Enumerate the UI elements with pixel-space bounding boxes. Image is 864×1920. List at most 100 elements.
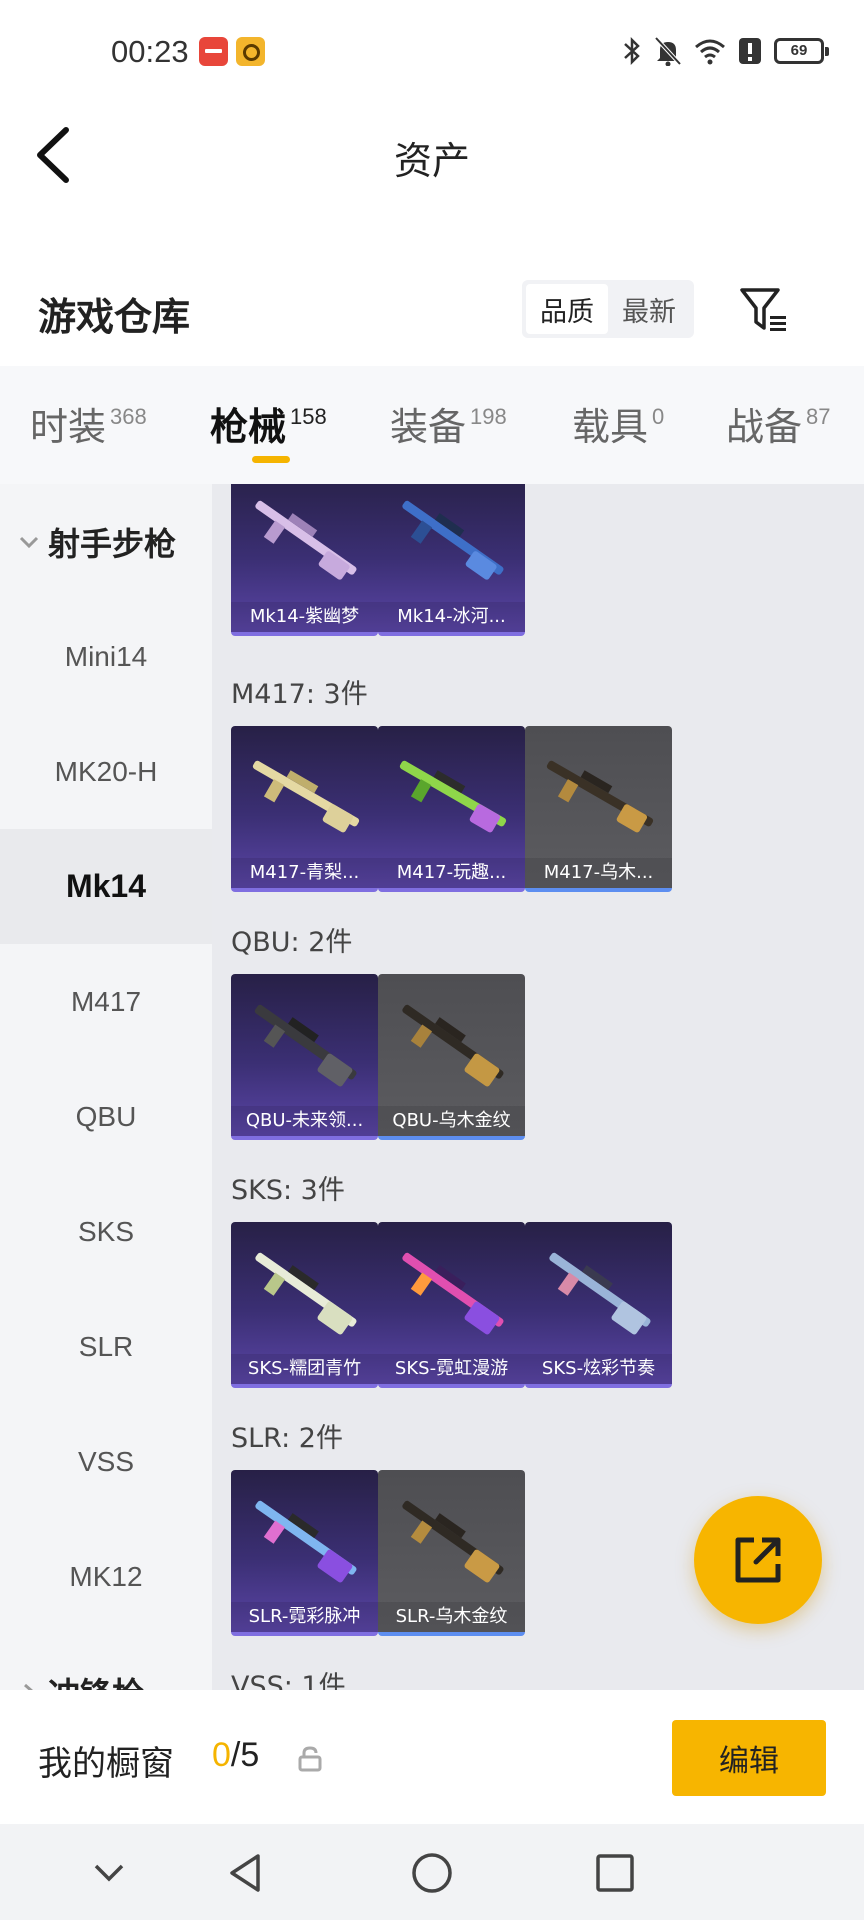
skin-card[interactable]: M417-青梨... <box>231 726 378 892</box>
tab-label: 枪械 <box>210 405 287 449</box>
sidebar-item-sks[interactable]: SKS <box>0 1174 212 1289</box>
skin-name: SKS-炫彩节奏 <box>525 1354 672 1384</box>
group-heading: SLR: 2件 <box>231 1423 343 1454</box>
skin-card[interactable]: QBU-乌木金纹 <box>378 974 525 1140</box>
bluetooth-icon <box>624 36 640 66</box>
rifle-image <box>549 1252 651 1335</box>
rifle-image <box>546 760 654 833</box>
skin-name: M417-乌木... <box>525 858 672 888</box>
mute-icon <box>654 36 682 66</box>
alert-icon <box>739 38 761 64</box>
showcase-count: 0/5 <box>212 1736 259 1775</box>
sidebar-group-smg[interactable]: 冲锋枪 <box>0 1634 212 1690</box>
rifle-image <box>402 1252 504 1335</box>
group-heading: VSS: 1件 <box>231 1671 346 1690</box>
skin-name: QBU-乌木金纹 <box>378 1106 525 1136</box>
showcase-current: 0 <box>212 1736 231 1774</box>
sidebar-item-mk14[interactable]: Mk14 <box>0 829 212 944</box>
tab-tactical[interactable]: 战备 87 <box>726 396 831 451</box>
tab-vehicles[interactable]: 载具 0 <box>572 396 664 451</box>
filter-icon <box>740 288 786 331</box>
sort-toggle: 品质 最新 <box>522 280 694 338</box>
skin-name: SLR-乌木金纹 <box>378 1602 525 1632</box>
active-tab-indicator <box>252 456 290 463</box>
rifle-image <box>402 1500 504 1583</box>
group-heading: M417: 3件 <box>231 679 368 710</box>
battery-icon: 69 <box>774 38 829 64</box>
system-nav-bar <box>0 1824 864 1920</box>
skin-card[interactable]: QBU-未来领... <box>231 974 378 1140</box>
rifle-image <box>399 760 507 833</box>
skin-name: SKS-糯团青竹 <box>231 1354 378 1384</box>
filter-button[interactable] <box>738 284 790 336</box>
sidebar-item-m417[interactable]: M417 <box>0 944 212 1059</box>
share-external-icon <box>735 1537 781 1583</box>
skin-card[interactable]: M417-乌木... <box>525 726 672 892</box>
rifle-image <box>255 500 357 580</box>
circle-home-icon <box>412 1853 452 1893</box>
sidebar-item-slr[interactable]: SLR <box>0 1289 212 1404</box>
rifle-image <box>255 1252 357 1335</box>
status-icons: 69 <box>622 34 829 68</box>
skin-card[interactable]: SKS-糯团青竹 <box>231 1222 378 1388</box>
nav-back-button[interactable] <box>222 1848 272 1898</box>
square-recents-icon <box>596 1854 634 1892</box>
group-heading: SKS: 3件 <box>231 1175 345 1206</box>
skin-card[interactable]: Mk14-冰河... <box>378 484 525 636</box>
skin-card[interactable]: M417-玩趣... <box>378 726 525 892</box>
skin-card[interactable]: Mk14-紫幽梦 <box>231 484 378 636</box>
sidebar-item-mk20h[interactable]: MK20-H <box>0 714 212 829</box>
sidebar-item-vss[interactable]: VSS <box>0 1404 212 1519</box>
rifle-image <box>254 1004 357 1087</box>
tab-count: 0 <box>652 404 665 429</box>
share-fab-button[interactable] <box>694 1496 822 1624</box>
edit-button[interactable]: 编辑 <box>672 1720 826 1796</box>
tab-fashion[interactable]: 时装 368 <box>30 396 147 451</box>
tab-count: 87 <box>806 404 831 429</box>
tab-equipment[interactable]: 装备 198 <box>390 396 507 451</box>
showcase-total: /5 <box>230 1736 260 1774</box>
nav-collapse-button[interactable] <box>84 1848 134 1898</box>
sort-option-newest[interactable]: 最新 <box>608 284 690 334</box>
tab-guns[interactable]: 枪械 158 <box>210 396 327 451</box>
tab-count: 158 <box>290 404 327 429</box>
title-bar: 资产 <box>0 100 864 210</box>
status-time: 00:23 <box>111 34 189 69</box>
tab-count: 198 <box>470 404 507 429</box>
page-title: 资产 <box>393 139 470 183</box>
skin-name: QBU-未来领... <box>231 1106 378 1136</box>
sidebar-item-mini14[interactable]: Mini14 <box>0 599 212 714</box>
sidebar-group-label: 射手步枪 <box>48 524 177 563</box>
group-heading: QBU: 2件 <box>231 927 353 958</box>
nav-home-button[interactable] <box>407 1848 457 1898</box>
rifle-image <box>252 760 360 833</box>
sidebar-item-qbu[interactable]: QBU <box>0 1059 212 1174</box>
skin-name: M417-玩趣... <box>378 858 525 888</box>
tab-label: 战备 <box>726 405 803 449</box>
skin-card[interactable]: SKS-炫彩节奏 <box>525 1222 672 1388</box>
chevron-down-icon <box>19 536 39 548</box>
lock-icon <box>298 1746 322 1772</box>
tab-count: 368 <box>110 404 147 429</box>
sidebar-group-marksman[interactable]: 射手步枪 <box>0 484 212 599</box>
skin-card[interactable]: SKS-霓虹漫游 <box>378 1222 525 1388</box>
wifi-icon <box>695 39 725 65</box>
chevron-down-icon <box>94 1864 124 1882</box>
skin-card[interactable]: SLR-霓彩脉冲 <box>231 1470 378 1636</box>
skin-name: Mk14-冰河... <box>378 602 525 632</box>
nav-recents-button[interactable] <box>590 1848 640 1898</box>
skin-card[interactable]: SLR-乌木金纹 <box>378 1470 525 1636</box>
skin-name: SLR-霓彩脉冲 <box>231 1602 378 1632</box>
sidebar-item-mk12[interactable]: MK12 <box>0 1519 212 1634</box>
rifle-image <box>402 1004 504 1087</box>
sort-option-quality[interactable]: 品质 <box>526 284 608 334</box>
tab-label: 载具 <box>572 405 649 449</box>
chevron-right-icon <box>24 1683 34 1690</box>
rifle-image <box>402 500 504 580</box>
weapon-sidebar: 射手步枪 Mini14 MK20-H Mk14 M417 QBU SKS SLR… <box>0 484 212 1690</box>
tab-label: 装备 <box>390 405 467 449</box>
status-bar: 00:23 69 <box>0 0 864 100</box>
warehouse-header: 游戏仓库 品质 最新 <box>0 270 864 360</box>
showcase-bar: 我的橱窗 0/5 编辑 <box>0 1690 864 1824</box>
skin-name: Mk14-紫幽梦 <box>231 602 378 632</box>
